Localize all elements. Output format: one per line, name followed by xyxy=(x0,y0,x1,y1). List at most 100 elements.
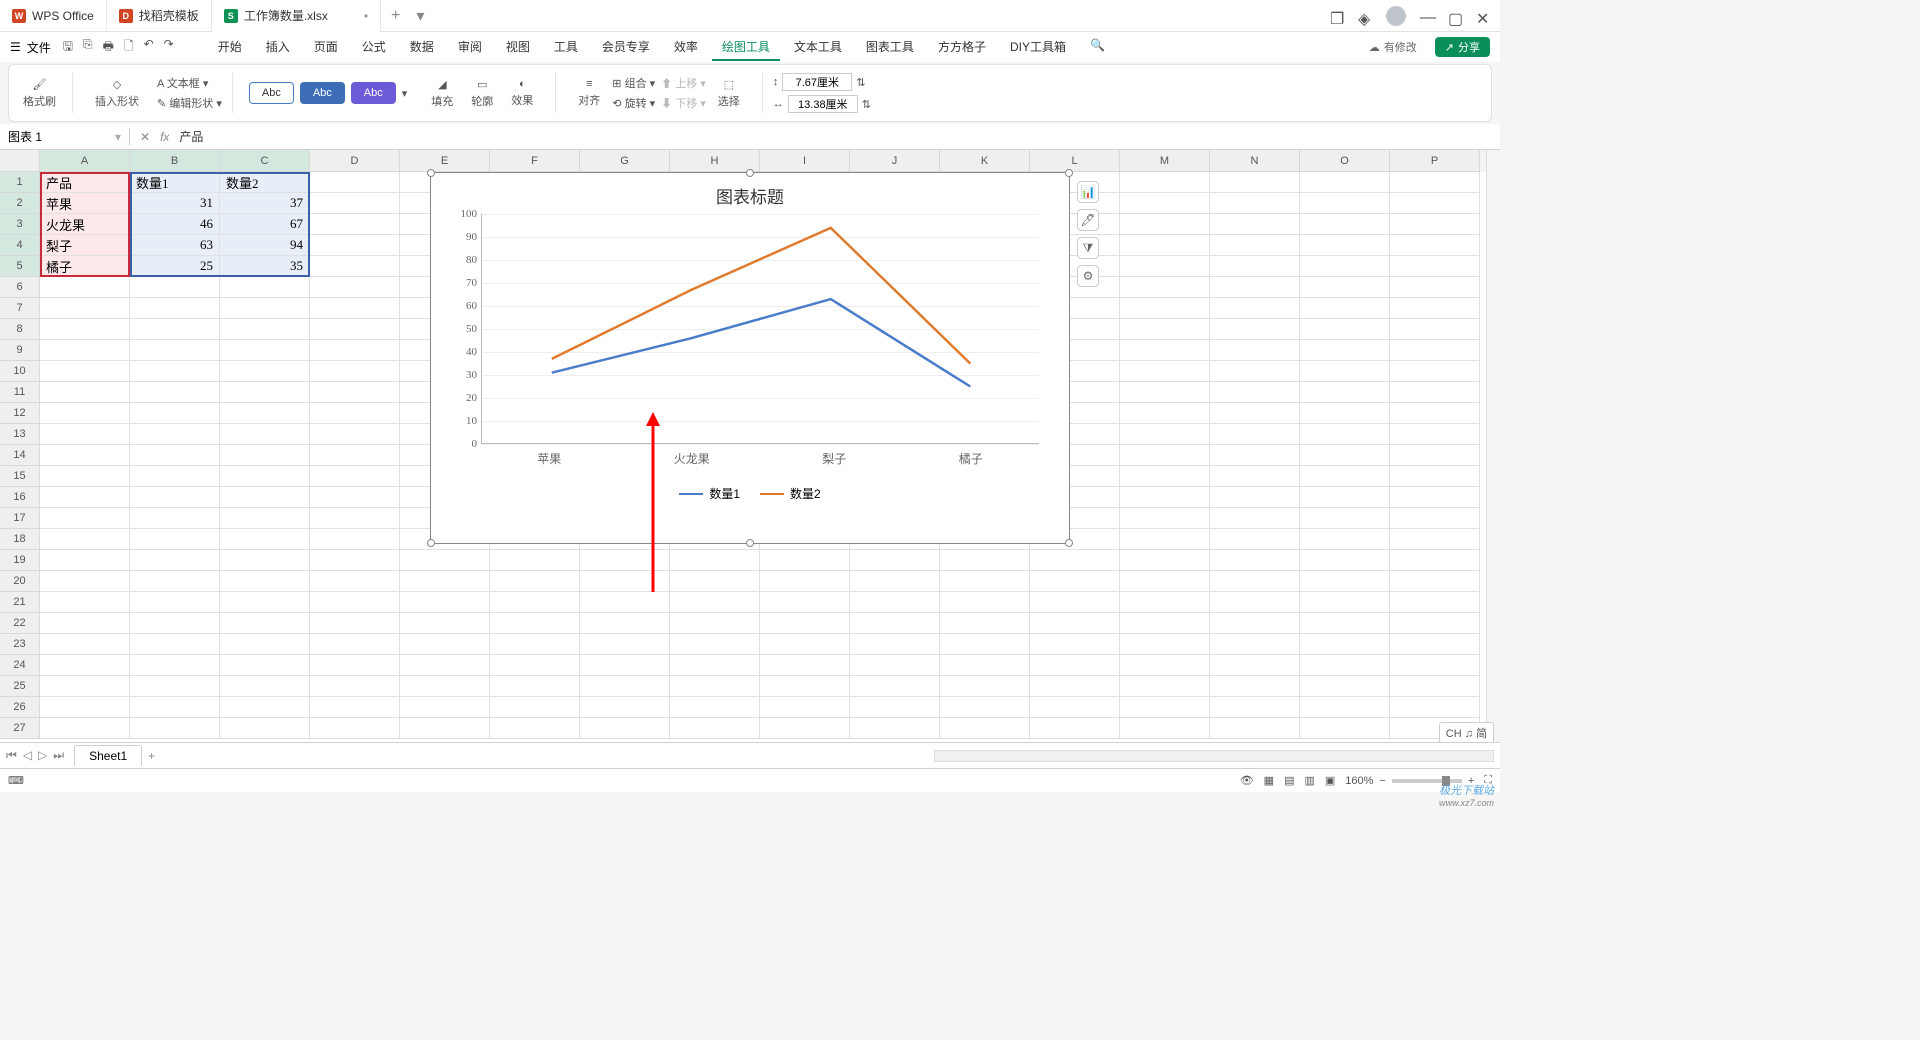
view-reader-icon[interactable]: ▣ xyxy=(1325,774,1335,787)
row-header[interactable]: 18 xyxy=(0,529,40,550)
cell[interactable] xyxy=(1300,718,1390,739)
tab-wps-office[interactable]: W WPS Office xyxy=(0,0,107,32)
zoom-value[interactable]: 160% xyxy=(1345,775,1373,787)
row-header[interactable]: 26 xyxy=(0,697,40,718)
chart-title[interactable]: 图表标题 xyxy=(431,173,1069,214)
cell[interactable] xyxy=(220,466,310,487)
col-header-G[interactable]: G xyxy=(580,150,670,172)
cell[interactable] xyxy=(1300,193,1390,214)
sheet-add-button[interactable]: + xyxy=(148,749,155,763)
cell[interactable] xyxy=(1390,466,1480,487)
row-header[interactable]: 6 xyxy=(0,277,40,298)
cell[interactable] xyxy=(1390,445,1480,466)
cell[interactable] xyxy=(400,613,490,634)
cell[interactable] xyxy=(1300,529,1390,550)
zoom-out-icon[interactable]: − xyxy=(1379,775,1385,787)
cell[interactable] xyxy=(1120,445,1210,466)
cell[interactable]: 46 xyxy=(130,214,220,235)
cell[interactable] xyxy=(1300,319,1390,340)
cell[interactable] xyxy=(1390,340,1480,361)
cell[interactable] xyxy=(310,361,400,382)
cell[interactable] xyxy=(1120,487,1210,508)
tab-review[interactable]: 审阅 xyxy=(448,34,492,61)
cell[interactable] xyxy=(1390,403,1480,424)
chart-styles-button[interactable]: 🖊 xyxy=(1077,209,1099,231)
cell[interactable] xyxy=(1120,613,1210,634)
cell[interactable] xyxy=(580,634,670,655)
cell[interactable] xyxy=(310,214,400,235)
share-button[interactable]: ↗ 分享 xyxy=(1435,37,1490,57)
cell[interactable] xyxy=(1210,718,1300,739)
redo-icon[interactable]: ↷ xyxy=(164,37,174,58)
cell[interactable] xyxy=(1120,571,1210,592)
view-eye-icon[interactable]: 👁 xyxy=(1240,774,1254,787)
cell[interactable] xyxy=(1120,172,1210,193)
row-header[interactable]: 3 xyxy=(0,214,40,235)
cell[interactable] xyxy=(1300,655,1390,676)
cell[interactable] xyxy=(220,697,310,718)
cell[interactable]: 梨子 xyxy=(40,235,130,256)
cell[interactable] xyxy=(1300,676,1390,697)
cell[interactable] xyxy=(40,529,130,550)
cell[interactable] xyxy=(670,655,760,676)
cell[interactable] xyxy=(1210,277,1300,298)
cell[interactable] xyxy=(40,550,130,571)
cell[interactable] xyxy=(130,424,220,445)
tab-diy[interactable]: DIY工具箱 xyxy=(1000,34,1076,61)
row-header[interactable]: 27 xyxy=(0,718,40,739)
cell[interactable] xyxy=(1300,214,1390,235)
cell[interactable] xyxy=(1210,403,1300,424)
cell[interactable] xyxy=(1030,718,1120,739)
cell[interactable] xyxy=(40,403,130,424)
cell[interactable] xyxy=(1030,592,1120,613)
cell[interactable] xyxy=(400,676,490,697)
cell[interactable]: 数量1 xyxy=(130,172,220,193)
cell[interactable] xyxy=(670,571,760,592)
cell[interactable] xyxy=(490,655,580,676)
chart-handle-tr[interactable] xyxy=(1065,169,1073,177)
cell[interactable] xyxy=(1300,508,1390,529)
sheet-next-icon[interactable]: ▷ xyxy=(38,748,47,763)
cell[interactable] xyxy=(220,592,310,613)
view-normal-icon[interactable]: ▤ xyxy=(1284,774,1294,787)
cell[interactable] xyxy=(1390,592,1480,613)
cell[interactable] xyxy=(220,277,310,298)
cell[interactable] xyxy=(1210,592,1300,613)
cell[interactable] xyxy=(130,361,220,382)
cell[interactable] xyxy=(220,424,310,445)
cell[interactable] xyxy=(130,613,220,634)
cell[interactable] xyxy=(1300,340,1390,361)
cell[interactable] xyxy=(580,613,670,634)
cell[interactable] xyxy=(130,529,220,550)
hamburger-icon[interactable]: ☰ xyxy=(10,40,21,54)
cell[interactable] xyxy=(400,697,490,718)
row-header[interactable]: 4 xyxy=(0,235,40,256)
col-header-D[interactable]: D xyxy=(310,150,400,172)
cell[interactable] xyxy=(1120,592,1210,613)
sheet-tab-1[interactable]: Sheet1 xyxy=(74,745,142,766)
cell[interactable] xyxy=(1210,382,1300,403)
cell[interactable] xyxy=(1300,235,1390,256)
rotate-button[interactable]: ⟲ 旋转 ▾ xyxy=(612,95,655,111)
cell[interactable] xyxy=(490,550,580,571)
cell[interactable] xyxy=(850,613,940,634)
cell[interactable] xyxy=(1120,424,1210,445)
cell[interactable] xyxy=(400,592,490,613)
col-header-N[interactable]: N xyxy=(1210,150,1300,172)
cell[interactable] xyxy=(220,487,310,508)
tab-efficiency[interactable]: 效率 xyxy=(664,34,708,61)
cell[interactable] xyxy=(1390,193,1480,214)
chart-handle-bc[interactable] xyxy=(746,539,754,547)
spinner-icon[interactable]: ⇅ xyxy=(856,76,865,89)
cell[interactable] xyxy=(40,487,130,508)
tab-drawing-tools[interactable]: 绘图工具 xyxy=(712,34,780,61)
cell[interactable] xyxy=(310,235,400,256)
cell[interactable] xyxy=(40,655,130,676)
has-changes-indicator[interactable]: ☁ 有修改 xyxy=(1359,37,1427,57)
cell[interactable] xyxy=(670,550,760,571)
cell[interactable] xyxy=(580,676,670,697)
cell[interactable] xyxy=(310,697,400,718)
cell[interactable] xyxy=(1390,529,1480,550)
style-preset-3[interactable]: Abc xyxy=(351,82,396,104)
cell[interactable] xyxy=(1390,487,1480,508)
